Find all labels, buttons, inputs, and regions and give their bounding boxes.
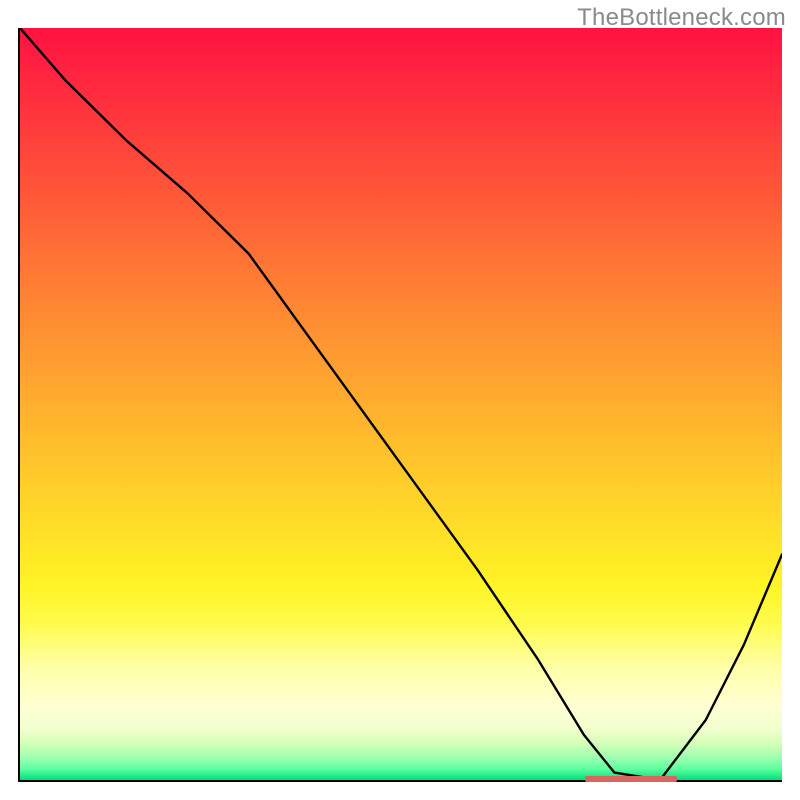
- curve-layer: [20, 28, 782, 780]
- valley-flat-segment: [585, 776, 677, 782]
- chart-stage: TheBottleneck.com: [0, 0, 800, 800]
- curve-path: [20, 28, 782, 780]
- plot-area: [18, 28, 782, 782]
